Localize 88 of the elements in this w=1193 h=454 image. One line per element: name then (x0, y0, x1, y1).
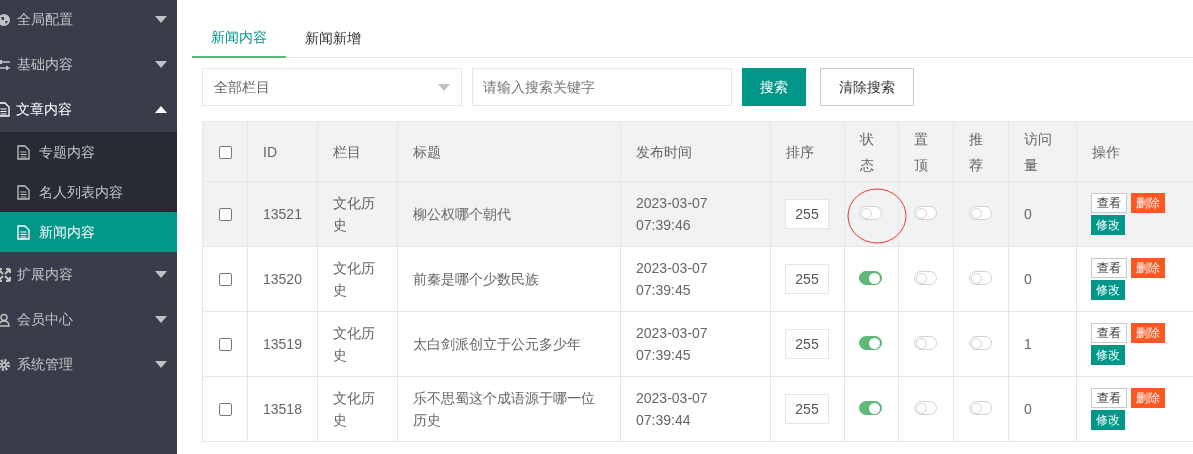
view-button[interactable]: 查看 (1091, 388, 1127, 408)
toggle-switch[interactable] (914, 336, 937, 350)
caret-down-icon (155, 16, 167, 23)
toggle-switch[interactable] (859, 206, 882, 220)
column-header: 发布时间 (636, 142, 692, 162)
caret-down-icon (155, 361, 167, 368)
column-header: 置顶 (914, 129, 929, 175)
order-field[interactable]: 255 (785, 329, 829, 359)
table-cell: 1 (1024, 335, 1032, 352)
caret-up-icon (155, 106, 167, 113)
document-icon (0, 102, 10, 117)
expand-icon (0, 267, 11, 282)
submenu-item[interactable]: 新闻内容 (0, 212, 177, 252)
toggle-switch[interactable] (969, 206, 992, 220)
search-button[interactable]: 搜索 (742, 68, 806, 106)
table-cell-text: 2023-03-07 07:39:46 (636, 194, 709, 235)
toggle-switch[interactable] (969, 271, 992, 285)
table-cell-text: 文化历史 (333, 194, 376, 235)
submenu-item[interactable]: 专题内容 (0, 132, 177, 172)
toggle-switch[interactable] (969, 401, 992, 415)
document-icon (17, 144, 30, 160)
toggle-switch[interactable] (859, 336, 882, 350)
table-cell: 柳公权哪个朝代 (413, 206, 511, 222)
caret-down-icon (438, 83, 450, 91)
table-cell: 0 (1024, 205, 1032, 222)
table-cell: 0 (1024, 270, 1032, 287)
table-cell: 0 (1024, 400, 1032, 417)
table-cell-text: 文化历史 (333, 324, 376, 365)
document-icon (17, 224, 30, 240)
sidebar-item[interactable]: 会员中心 (0, 297, 177, 342)
column-header: 状态 (860, 129, 875, 175)
table-cell-text: 文化历史 (333, 259, 376, 300)
category-dropdown[interactable]: 全部栏目 (202, 68, 462, 106)
checkbox[interactable] (218, 145, 232, 159)
caret-down-icon (155, 61, 167, 68)
sidebar-item[interactable]: 全局配置 (0, 0, 177, 42)
toggle-switch[interactable] (914, 271, 937, 285)
column-header: 访问量 (1024, 129, 1053, 175)
column-header: 排序 (786, 142, 814, 162)
checkbox[interactable] (218, 338, 232, 352)
checkbox[interactable] (218, 208, 232, 222)
edit-button[interactable]: 修改 (1091, 215, 1125, 235)
column-header: 操作 (1092, 142, 1120, 162)
caret-down-icon (155, 316, 167, 323)
order-field[interactable]: 255 (785, 264, 829, 294)
user-icon (0, 312, 11, 327)
toggle-switch[interactable] (859, 271, 882, 285)
column-header: ID (263, 142, 277, 162)
column-header: 推荐 (969, 129, 984, 175)
sidebar-item[interactable]: 扩展内容 (0, 252, 177, 297)
edit-button[interactable]: 修改 (1091, 280, 1125, 300)
table-cell: 13518 (263, 400, 302, 417)
toggle-switch[interactable] (914, 401, 937, 415)
toggle-switch[interactable] (859, 401, 882, 415)
table-cell-text: 2023-03-07 07:39:44 (636, 389, 709, 430)
table-cell: 13520 (263, 270, 302, 287)
column-header: 栏目 (333, 142, 361, 162)
edit-button[interactable]: 修改 (1091, 345, 1125, 365)
table-cell-text: 文化历史 (333, 389, 376, 430)
sidebar-item[interactable]: 系统管理 (0, 342, 177, 387)
edit-button[interactable]: 修改 (1091, 410, 1125, 430)
toggle-switch[interactable] (914, 206, 937, 220)
checkbox[interactable] (218, 273, 232, 287)
column-header: 标题 (413, 142, 441, 162)
table-cell: 太白剑派创立于公元多少年 (413, 336, 581, 352)
order-field[interactable]: 255 (785, 394, 829, 424)
toggle-switch[interactable] (969, 336, 992, 350)
table-cell-text: 2023-03-07 07:39:45 (636, 324, 709, 365)
view-button[interactable]: 查看 (1091, 193, 1127, 213)
table-cell: 13521 (263, 205, 302, 222)
table-cell: 乐不思蜀这个成语源于哪一位历史 (413, 390, 595, 428)
sidebar-item[interactable]: 基础内容 (0, 42, 177, 87)
order-field[interactable]: 255 (785, 199, 829, 229)
view-button[interactable]: 查看 (1091, 323, 1127, 343)
clear-search-button[interactable]: 清除搜索 (820, 68, 914, 106)
tab[interactable]: 新闻新增 (286, 18, 380, 58)
table-cell: 13519 (263, 335, 302, 352)
table-cell-text: 2023-03-07 07:39:45 (636, 259, 709, 300)
checkbox[interactable] (218, 403, 232, 417)
document-icon (17, 184, 30, 200)
sliders-icon (0, 57, 11, 72)
submenu-item[interactable]: 名人列表内容 (0, 172, 177, 212)
tab[interactable]: 新闻内容 (192, 18, 286, 58)
table-cell: 前秦是哪个少数民族 (413, 271, 539, 287)
view-button[interactable]: 查看 (1091, 258, 1127, 278)
sidebar-item[interactable]: 文章内容 (0, 87, 177, 132)
caret-down-icon (155, 271, 167, 278)
search-field[interactable]: 请输入搜索关键字 (472, 68, 732, 106)
